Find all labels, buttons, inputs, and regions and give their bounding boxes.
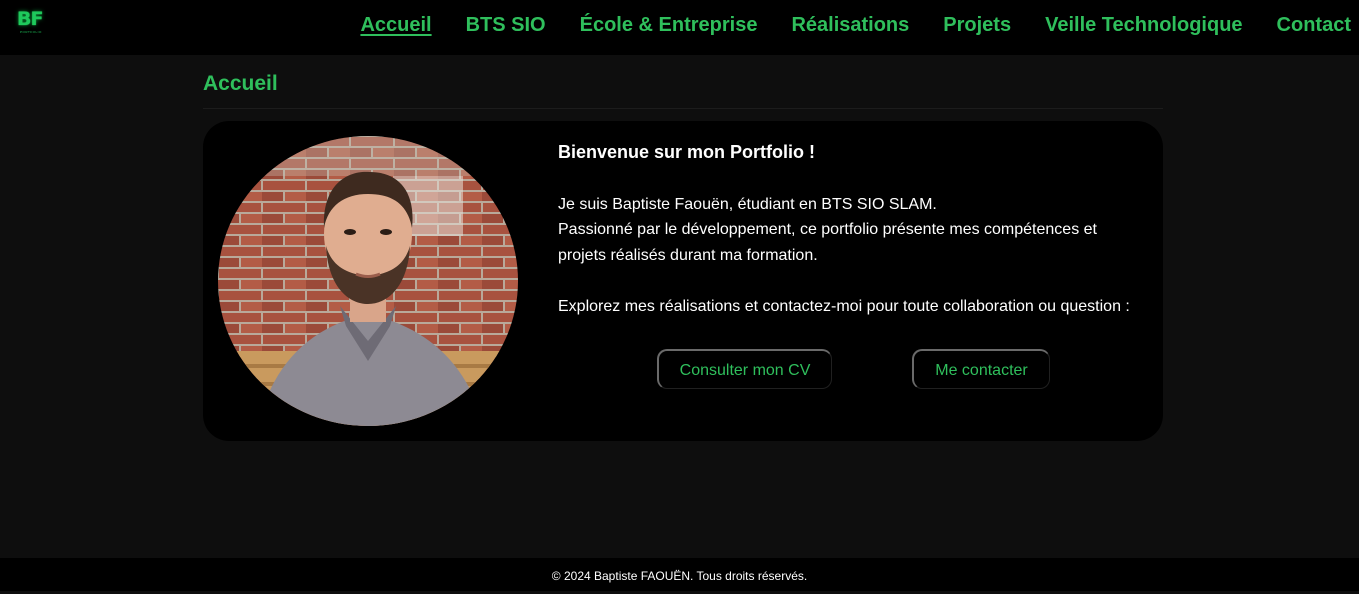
profile-photo-image	[218, 136, 518, 426]
copyright-text: © 2024 Baptiste FAOUËN. Tous droits rése…	[551, 569, 808, 583]
main-nav: Accueil BTS SIO École & Entreprise Réali…	[326, 12, 1351, 38]
nav-item-projets[interactable]: Projets	[943, 12, 1011, 38]
nav-item-bts-sio[interactable]: BTS SIO	[466, 12, 546, 38]
intro-line-3: Explorez mes réalisations et contactez-m…	[558, 298, 1130, 315]
page-title: Accueil	[203, 72, 278, 95]
nav-item-ecole-entreprise[interactable]: École & Entreprise	[580, 12, 758, 38]
footer: © 2024 Baptiste FAOUËN. Tous droits rése…	[0, 558, 1359, 591]
nav-item-contact[interactable]: Contact	[1277, 12, 1351, 38]
welcome-heading: Bienvenue sur mon Portfolio !	[558, 142, 816, 162]
logo-letters: BF	[17, 8, 43, 30]
intro-line-2: Passionné par le développement, ce portf…	[558, 221, 1097, 264]
cv-button[interactable]: Consulter mon CV	[657, 349, 832, 389]
nav-item-realisations[interactable]: Réalisations	[791, 12, 909, 38]
nav-item-veille-technologique[interactable]: Veille Technologique	[1045, 12, 1242, 38]
title-divider	[203, 108, 1163, 109]
profile-photo	[218, 136, 518, 426]
contact-button[interactable]: Me contacter	[912, 349, 1050, 389]
intro-line-1: Je suis Baptiste Faouën, étudiant en BTS…	[558, 196, 937, 213]
logo-subtitle: PORTFOLIO	[20, 30, 42, 34]
nav-item-accueil[interactable]: Accueil	[360, 12, 431, 38]
top-navbar: BF PORTFOLIO Accueil BTS SIO École & Ent…	[0, 0, 1359, 55]
intro-card: Bienvenue sur mon Portfolio ! Je suis Ba…	[203, 121, 1163, 441]
portfolio-logo[interactable]: BF PORTFOLIO	[17, 9, 57, 39]
